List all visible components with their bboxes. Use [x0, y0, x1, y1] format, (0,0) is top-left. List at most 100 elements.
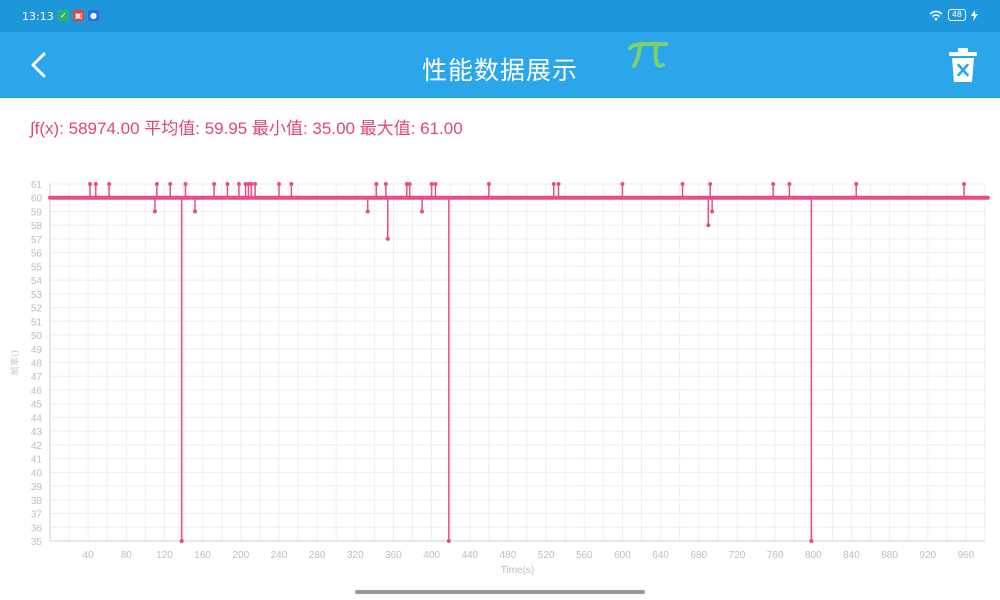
- stats-summary: ∫f(x): 58974.00 平均值: 59.95 最小值: 35.00 最大…: [30, 119, 463, 138]
- y-axis: 35 36 37 38 39 40 41 42 43 44 45 46 47 48 49 50 51 52 53 54…: [31, 180, 43, 548]
- fps-point: [556, 182, 561, 186]
- y-tick-label: 40: [31, 468, 43, 479]
- y-tick-label: 39: [31, 482, 43, 493]
- x-tick-label: 40: [83, 550, 95, 561]
- y-tick-label: 42: [31, 441, 43, 452]
- x-tick-label: 400: [423, 550, 440, 561]
- app-notification-icon: ✓: [58, 10, 69, 21]
- fps-point: [383, 182, 388, 186]
- fps-point: [433, 182, 438, 186]
- y-tick-label: 47: [31, 372, 43, 383]
- x-tick-label: 160: [194, 550, 211, 561]
- y-tick-label: 35: [31, 537, 43, 548]
- x-tick-label: 560: [576, 550, 593, 561]
- fps-point: [249, 182, 254, 186]
- fps-point: [193, 209, 198, 214]
- y-tick-label: 52: [31, 304, 43, 315]
- fps-point: [429, 182, 434, 186]
- y-tick-label: 61: [31, 180, 43, 191]
- x-tick-label: 120: [156, 550, 173, 561]
- fps-point: [276, 182, 281, 186]
- y-tick-label: 54: [31, 276, 43, 287]
- wifi-icon: [929, 10, 943, 20]
- y-tick-label: 51: [31, 317, 43, 328]
- fps-point: [154, 182, 159, 186]
- app-bar: 性能数据展示: [0, 32, 1000, 98]
- x-tick-label: 960: [958, 550, 975, 561]
- page-title: 性能数据展示: [421, 56, 578, 85]
- y-tick-label: 46: [31, 386, 43, 397]
- fps-point: [446, 539, 451, 543]
- fps-point: [809, 539, 814, 543]
- chart-grid: [49, 183, 986, 542]
- y-tick-label: 60: [31, 194, 43, 205]
- x-tick-label: 720: [729, 550, 746, 561]
- message-notification-icon: ●: [88, 10, 99, 21]
- fps-point: [168, 182, 173, 186]
- x-tick-label: 360: [385, 550, 402, 561]
- fps-point: [787, 182, 792, 186]
- x-tick-label: 280: [309, 550, 326, 561]
- fps-point: [152, 209, 157, 214]
- fps-point: [385, 236, 390, 241]
- fps-point: [486, 182, 491, 186]
- notification-icons: ✓ ▣ ●: [58, 10, 99, 21]
- fps-point: [289, 182, 294, 186]
- fps-point: [365, 209, 370, 214]
- y-tick-label: 36: [31, 523, 43, 534]
- calendar-notification-icon: ▣: [73, 10, 84, 21]
- status-time: 13:13: [22, 10, 54, 23]
- x-tick-label: 200: [232, 550, 249, 561]
- fps-point: [710, 209, 715, 214]
- gesture-nav-bar[interactable]: [355, 590, 645, 594]
- x-axis-label: Time(s): [501, 565, 535, 576]
- y-tick-label: 59: [31, 207, 43, 218]
- fps-point: [620, 182, 625, 186]
- fps-point: [708, 182, 713, 186]
- fps-point: [107, 182, 112, 186]
- x-tick-label: 920: [919, 550, 936, 561]
- x-tick-label: 520: [538, 550, 555, 561]
- battery-level: 48: [947, 9, 966, 21]
- pi-logo-icon: [628, 42, 668, 68]
- y-tick-label: 57: [31, 235, 43, 246]
- fps-point: [253, 182, 258, 186]
- fps-point: [407, 182, 412, 186]
- x-tick-label: 880: [881, 550, 898, 561]
- fps-point: [88, 182, 93, 186]
- y-tick-label: 58: [31, 221, 43, 232]
- fps-point: [225, 182, 230, 186]
- fps-point: [212, 182, 217, 186]
- x-tick-label: 600: [614, 550, 631, 561]
- fps-point: [183, 182, 188, 186]
- y-axis-label: 帧率(): [9, 350, 21, 375]
- x-tick-label: 80: [121, 550, 133, 561]
- y-tick-label: 49: [31, 345, 43, 356]
- y-tick-label: 56: [31, 249, 43, 260]
- status-bar: 13:13 ✓ ▣ ● 48: [0, 0, 1000, 32]
- fps-point: [680, 182, 685, 186]
- fps-point: [962, 182, 967, 186]
- y-tick-label: 38: [31, 496, 43, 507]
- x-axis: 40 80 120 160 200 240 280 320 360 400 440 480 520 560…: [83, 550, 975, 561]
- fps-chart: 35 36 37 38 39 40 41 42 43 44 45 46 47 48 49 50 51 52 53 54…: [9, 180, 990, 576]
- x-tick-label: 240: [271, 550, 288, 561]
- fps-point: [771, 182, 776, 186]
- fps-point: [854, 182, 859, 186]
- y-tick-label: 37: [31, 510, 43, 521]
- fps-point: [420, 209, 425, 214]
- fps-point: [179, 539, 184, 543]
- x-tick-label: 320: [347, 550, 364, 561]
- x-tick-label: 760: [767, 550, 784, 561]
- y-tick-label: 43: [31, 427, 43, 438]
- fps-point: [93, 182, 98, 186]
- fps-point: [236, 182, 241, 186]
- y-tick-label: 48: [31, 359, 43, 370]
- y-tick-label: 44: [31, 413, 43, 424]
- x-tick-label: 440: [461, 550, 478, 561]
- fps-point: [551, 182, 556, 186]
- y-tick-label: 53: [31, 290, 43, 301]
- trash-icon[interactable]: [946, 47, 980, 83]
- x-tick-label: 800: [805, 550, 822, 561]
- status-right: 48: [929, 9, 978, 21]
